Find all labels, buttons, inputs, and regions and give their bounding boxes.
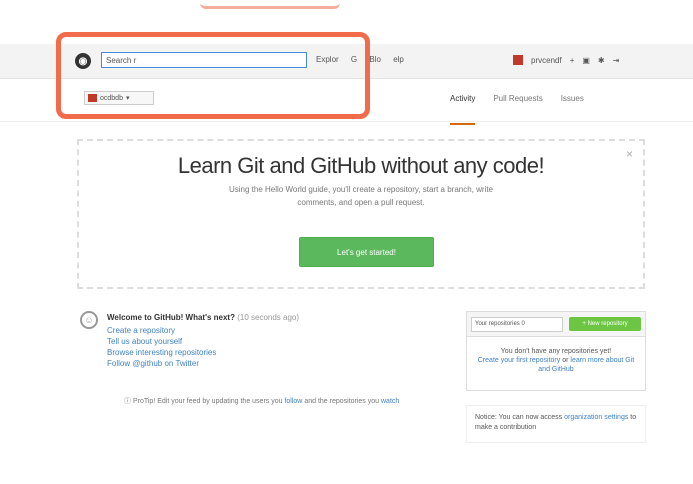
- get-started-button[interactable]: Let's get started!: [299, 237, 434, 267]
- browse-repositories-link[interactable]: Browse interesting repositories: [107, 347, 216, 358]
- feed-timestamp: (10 seconds ago): [237, 313, 300, 322]
- watch-link[interactable]: watch: [381, 398, 399, 405]
- create-repository-link[interactable]: Create a repository: [107, 325, 216, 336]
- feed-links: Create a repository Tell us about yourse…: [107, 325, 216, 369]
- or-text: or: [562, 357, 569, 364]
- new-repository-button[interactable]: + New repository: [569, 317, 641, 331]
- repositories-panel: Your repositories 0 + New repository You…: [466, 311, 646, 391]
- notice-text: Notice: You can now access: [475, 414, 563, 421]
- repositories-filter[interactable]: Your repositories 0: [471, 316, 563, 332]
- nav-blog[interactable]: Blo: [369, 55, 381, 64]
- about-yourself-link[interactable]: Tell us about yourself: [107, 336, 216, 347]
- highlight-annotation: [56, 32, 370, 119]
- gear-icon[interactable]: ✱: [598, 56, 605, 65]
- protip-middle: and the repositories you: [304, 398, 380, 405]
- add-icon[interactable]: +: [570, 56, 575, 65]
- lightbulb-icon: ⓘ: [124, 398, 131, 405]
- create-first-repo-link[interactable]: Create your first repository: [478, 357, 560, 364]
- header-divider: [0, 121, 693, 122]
- feed-title-text: Welcome to GitHub! What's next?: [107, 313, 235, 322]
- repositories-panel-header: Your repositories 0 + New repository: [467, 312, 645, 337]
- banner-title: Learn Git and GitHub without any code!: [177, 153, 545, 178]
- sign-out-icon[interactable]: ⇥: [613, 56, 620, 65]
- user-menu: prvcendf + ▣ ✱ ⇥: [513, 55, 619, 65]
- follow-link[interactable]: follow: [284, 398, 302, 405]
- feed-title: Welcome to GitHub! What's next? (10 seco…: [107, 313, 299, 322]
- nav-help[interactable]: elp: [393, 55, 404, 64]
- org-settings-link[interactable]: organization settings: [564, 414, 628, 421]
- repositories-empty-state: You don't have any repositories yet! Cre…: [467, 337, 645, 374]
- follow-twitter-link[interactable]: Follow @github on Twitter: [107, 358, 216, 369]
- avatar[interactable]: [513, 55, 523, 65]
- protip: ⓘ ProTip! Edit your feed by updating the…: [124, 396, 399, 406]
- notifications-icon[interactable]: ▣: [582, 56, 590, 65]
- close-icon[interactable]: ×: [626, 147, 633, 161]
- onboarding-banner: × Learn Git and GitHub without any code!…: [77, 139, 645, 289]
- notice-panel: Notice: You can now access organization …: [466, 405, 646, 443]
- top-cropped-ornament: [200, 0, 340, 9]
- username-link[interactable]: prvcendf: [531, 56, 562, 65]
- empty-text: You don't have any repositories yet!: [500, 348, 612, 355]
- octocat-icon: ☺: [80, 311, 98, 329]
- protip-text: ProTip! Edit your feed by updating the u…: [132, 398, 283, 405]
- banner-description: Using the Hello World guide, you'll crea…: [228, 185, 494, 207]
